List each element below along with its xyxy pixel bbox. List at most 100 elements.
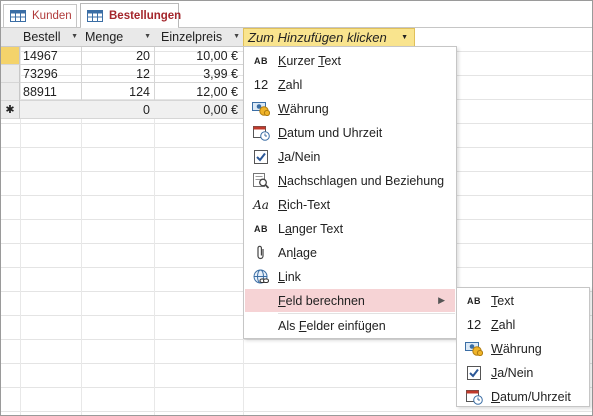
cell-menge[interactable]: 0: [81, 101, 155, 119]
label-part: age: [296, 245, 317, 260]
submenu-item-datum-uhrzeit[interactable]: Datum/Uhrzeit: [458, 385, 588, 408]
currency-icon: [250, 100, 272, 118]
label-part: a/Nein: [284, 149, 321, 164]
new-record-marker[interactable]: ✱: [1, 101, 20, 119]
label-part: urzer: [286, 53, 319, 68]
column-header-menge[interactable]: Menge ▼: [81, 28, 155, 47]
row-selector[interactable]: [1, 65, 20, 83]
access-window: Kunden Bestellungen Bestell ▼ Menge ▼ Ei…: [0, 0, 593, 416]
cell-einzelpreis[interactable]: 3,99 €: [154, 65, 244, 83]
label-accelerator: W: [491, 341, 503, 356]
number-icon: 12: [463, 316, 485, 334]
menu-item-label: Kurzer Text: [278, 54, 341, 68]
menu-item-label: Als Felder einfügen: [278, 319, 386, 333]
chevron-down-icon[interactable]: ▼: [401, 34, 408, 41]
cell-einzelpreis[interactable]: 12,00 €: [154, 83, 244, 101]
menu-item-als-felder-einfuegen[interactable]: Als Felder einfügen: [245, 314, 455, 337]
cell-menge[interactable]: 124: [81, 83, 155, 101]
cell-menge[interactable]: 12: [81, 65, 155, 83]
submenu-item-text[interactable]: AB Text: [458, 289, 588, 312]
table-icon: [87, 9, 103, 22]
submenu-item-ja-nein[interactable]: Ja/Nein: [458, 361, 588, 384]
menu-item-link[interactable]: Link: [245, 265, 455, 288]
menu-item-label: Link: [278, 270, 301, 284]
label-part: ext: [497, 293, 514, 308]
label-part: ährung: [502, 341, 542, 356]
link-icon: [250, 268, 272, 286]
tab-bestellungen[interactable]: Bestellungen: [80, 3, 182, 28]
menu-item-kurzer-text[interactable]: AB Kurzer Text: [245, 49, 455, 72]
menu-item-label: Nachschlagen und Beziehung: [278, 174, 444, 188]
icon-glyph: AB: [467, 295, 481, 306]
label-accelerator: R: [278, 197, 288, 212]
short-text-icon: AB: [463, 292, 485, 310]
label-part: nger Text: [291, 221, 344, 236]
submenu-item-waehrung[interactable]: Währung: [458, 337, 588, 360]
menu-item-nachschlagen[interactable]: Nachschlagen und Beziehung: [245, 169, 455, 192]
menu-item-langer-text[interactable]: AB Langer Text: [245, 217, 455, 240]
label-accelerator: Z: [278, 77, 286, 92]
chevron-down-icon[interactable]: ▼: [71, 33, 78, 40]
cell-einzelpreis[interactable]: 10,00 €: [154, 47, 244, 65]
checkbox-icon: [463, 364, 485, 382]
menu-item-label: Datum/Uhrzeit: [491, 390, 571, 404]
column-header-bestell[interactable]: Bestell ▼: [20, 28, 82, 47]
menu-item-label: Feld berechnen: [278, 294, 365, 308]
label-part: atum und Uhrzeit: [287, 125, 383, 140]
menu-item-label: Ja/Nein: [491, 366, 533, 380]
icon-glyph: AB: [254, 223, 268, 234]
cell-bestell[interactable]: 88911: [20, 83, 82, 101]
cell-bestell[interactable]: 73296: [20, 65, 82, 83]
label-part: Als: [278, 318, 299, 333]
menu-item-label: Text: [491, 294, 514, 308]
attachment-icon: [250, 244, 272, 262]
menu-item-zahl[interactable]: 12 Zahl: [245, 73, 455, 96]
select-all-corner[interactable]: [1, 28, 21, 47]
row-selector[interactable]: [1, 83, 20, 101]
column-header-label: Bestell: [23, 30, 61, 44]
label-accelerator: D: [278, 125, 288, 140]
table-icon: [10, 10, 26, 22]
label-accelerator: Z: [491, 317, 499, 332]
tab-label: Bestellungen: [109, 9, 182, 22]
label-part: a/Nein: [497, 365, 534, 380]
label-part: ink: [284, 269, 301, 284]
icon-glyph: Aa: [253, 197, 269, 212]
menu-item-waehrung[interactable]: Währung: [245, 97, 455, 120]
tab-kunden[interactable]: Kunden: [3, 4, 77, 27]
menu-item-label: Anlage: [278, 246, 317, 260]
cell-einzelpreis[interactable]: 0,00 €: [154, 101, 244, 119]
menu-item-ja-nein[interactable]: Ja/Nein: [245, 145, 455, 168]
menu-item-label: Langer Text: [278, 222, 343, 236]
lookup-icon: [250, 172, 272, 190]
number-icon: 12: [250, 76, 272, 94]
column-header-label: Menge: [85, 30, 124, 44]
cell-menge[interactable]: 20: [81, 47, 155, 65]
document-tab-strip: Kunden Bestellungen: [1, 1, 592, 28]
cell-bestell[interactable]: [20, 101, 82, 119]
label-part: L: [278, 221, 285, 236]
row-selector[interactable]: [1, 47, 20, 65]
add-field-header[interactable]: Zum Hinzufügen klicken ▼: [243, 28, 415, 47]
column-header-einzelpreis[interactable]: Einzelpreis ▼: [154, 28, 244, 47]
menu-item-label: Währung: [491, 342, 542, 356]
menu-item-datum-und-uhrzeit[interactable]: Datum und Uhrzeit: [245, 121, 455, 144]
menu-item-anlage[interactable]: Anlage: [245, 241, 455, 264]
label-part: ext: [324, 53, 342, 68]
submenu-item-zahl[interactable]: 12 Zahl: [458, 313, 588, 336]
menu-item-label: Ja/Nein: [278, 150, 320, 164]
menu-item-label: Zahl: [278, 78, 302, 92]
date-time-icon: [463, 388, 485, 406]
menu-item-label: Rich-Text: [278, 198, 330, 212]
icon-glyph: AB: [254, 55, 268, 66]
cell-bestell[interactable]: 14967: [20, 47, 82, 65]
chevron-down-icon[interactable]: ▼: [233, 33, 240, 40]
label-accelerator: L: [278, 269, 285, 284]
short-text-icon: AB: [250, 52, 272, 70]
submenu-arrow-icon: ▶: [438, 295, 445, 305]
long-text-icon: AB: [250, 220, 272, 238]
chevron-down-icon[interactable]: ▼: [144, 33, 151, 40]
menu-item-rich-text[interactable]: Aa Rich-Text: [245, 193, 455, 216]
menu-item-feld-berechnen[interactable]: Feld berechnen ▶: [245, 289, 455, 312]
label-accelerator: D: [491, 389, 501, 404]
